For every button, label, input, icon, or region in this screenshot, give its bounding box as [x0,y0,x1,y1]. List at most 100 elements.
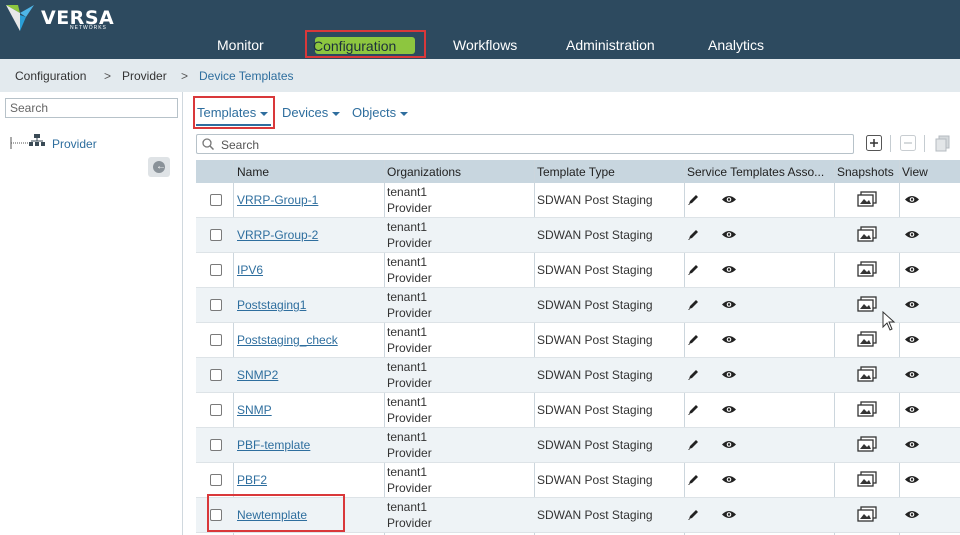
search-placeholder: Search [221,138,260,152]
row-checkbox[interactable] [210,404,222,416]
tab-templates[interactable]: Templates [197,105,269,120]
row-checkbox[interactable] [210,264,222,276]
organization-cell: Provider [387,376,432,390]
view-eye-icon[interactable] [721,404,737,415]
edit-pencil-icon[interactable] [687,263,700,276]
table-row[interactable]: PBF2 tenant1 Provider SDWAN Post Staging [196,463,960,498]
view-eye-icon[interactable] [904,474,920,485]
table-row[interactable]: Poststaging1 tenant1 Provider SDWAN Post St… [196,288,960,323]
table-row[interactable]: IPV6 tenant1 Provider SDWAN Post Staging [196,253,960,288]
copy-icon[interactable] [934,134,952,152]
template-search-input[interactable]: Search [196,134,854,154]
tab-objects[interactable]: Objects [352,105,409,120]
column-header-view[interactable]: View [902,165,960,179]
template-name-link[interactable]: Poststaging_check [237,333,338,347]
nav-workflows[interactable]: Workflows [453,37,517,53]
view-eye-icon[interactable] [904,439,920,450]
snapshot-icon[interactable] [857,261,877,277]
edit-pencil-icon[interactable] [687,368,700,381]
table-row[interactable]: PBF-template tenant1 Provider SDWAN Post St… [196,428,960,463]
organization-cell: tenant1 [387,500,428,514]
template-name-link[interactable]: Poststaging1 [237,298,306,312]
template-name-link[interactable]: VRRP-Group-1 [237,193,318,207]
view-eye-icon[interactable] [904,509,920,520]
template-name-link[interactable]: PBF-template [237,438,310,452]
snapshot-icon[interactable] [857,331,877,347]
edit-pencil-icon[interactable] [687,193,700,206]
row-checkbox[interactable] [210,439,222,451]
view-eye-icon[interactable] [721,474,737,485]
tree-search-input[interactable]: Search [5,98,178,118]
column-header-name[interactable]: Name [237,165,377,179]
template-type-cell: SDWAN Post Staging [537,193,653,207]
collapse-panel-button[interactable]: ← [148,157,170,177]
view-eye-icon[interactable] [904,334,920,345]
view-eye-icon[interactable] [721,299,737,310]
view-eye-icon[interactable] [904,229,920,240]
table-row[interactable]: SNMP2 tenant1 Provider SDWAN Post Staging [196,358,960,393]
view-eye-icon[interactable] [904,299,920,310]
view-eye-icon[interactable] [721,194,737,205]
view-eye-icon[interactable] [904,194,920,205]
snapshot-icon[interactable] [857,366,877,382]
edit-pencil-icon[interactable] [687,508,700,521]
snapshot-icon[interactable] [857,296,877,312]
template-type-cell: SDWAN Post Staging [537,333,653,347]
column-header-snapshots[interactable]: Snapshots [837,165,899,179]
versa-logo-icon [6,5,34,31]
edit-pencil-icon[interactable] [687,403,700,416]
organization-cell: Provider [387,446,432,460]
edit-pencil-icon[interactable] [687,438,700,451]
edit-pencil-icon[interactable] [687,228,700,241]
add-icon[interactable] [865,134,883,152]
remove-icon[interactable] [899,134,917,152]
row-checkbox[interactable] [210,299,222,311]
versa-logo[interactable]: VERSA NETWORKS [4,3,114,33]
column-header-organizations[interactable]: Organizations [387,165,527,179]
breadcrumb-configuration[interactable]: Configuration [15,69,86,83]
view-eye-icon[interactable] [721,369,737,380]
view-eye-icon[interactable] [904,369,920,380]
snapshot-icon[interactable] [857,401,877,417]
snapshot-icon[interactable] [857,191,877,207]
nav-monitor[interactable]: Monitor [217,37,264,53]
tree-item-provider[interactable]: Provider [52,137,97,151]
row-checkbox[interactable] [210,334,222,346]
organization-cell: Provider [387,481,432,495]
edit-pencil-icon[interactable] [687,298,700,311]
template-name-link[interactable]: VRRP-Group-2 [237,228,318,242]
nav-configuration-label[interactable]: Configuration [313,38,396,54]
nav-analytics[interactable]: Analytics [708,37,764,53]
table-row[interactable]: Poststaging_check tenant1 Provider SDWAN Po… [196,323,960,358]
template-name-link[interactable]: PBF2 [237,473,267,487]
tab-devices[interactable]: Devices [282,105,341,120]
column-header-template-type[interactable]: Template Type [537,165,677,179]
view-eye-icon[interactable] [721,229,737,240]
row-checkbox[interactable] [210,194,222,206]
template-name-link[interactable]: IPV6 [237,263,263,277]
snapshot-icon[interactable] [857,436,877,452]
row-checkbox[interactable] [210,229,222,241]
snapshot-icon[interactable] [857,226,877,242]
view-eye-icon[interactable] [721,334,737,345]
row-checkbox[interactable] [210,369,222,381]
template-name-link[interactable]: SNMP2 [237,368,278,382]
view-eye-icon[interactable] [904,264,920,275]
table-row[interactable]: VRRP-Group-2 tenant1 Provider SDWAN Post St… [196,218,960,253]
view-eye-icon[interactable] [721,264,737,275]
template-name-link[interactable]: SNMP [237,403,272,417]
breadcrumb-provider[interactable]: Provider [122,69,167,83]
edit-pencil-icon[interactable] [687,473,700,486]
column-header-service-templates[interactable]: Service Templates Asso... [687,165,833,179]
table-row[interactable]: SNMP tenant1 Provider SDWAN Post Staging [196,393,960,428]
row-checkbox[interactable] [210,474,222,486]
snapshot-icon[interactable] [857,471,877,487]
nav-administration[interactable]: Administration [566,37,655,53]
edit-pencil-icon[interactable] [687,333,700,346]
view-eye-icon[interactable] [721,439,737,450]
snapshot-icon[interactable] [857,506,877,522]
brand-sub: NETWORKS [70,25,107,31]
view-eye-icon[interactable] [904,404,920,415]
view-eye-icon[interactable] [721,509,737,520]
table-row[interactable]: VRRP-Group-1 tenant1 Provider SDWAN Post St… [196,183,960,218]
